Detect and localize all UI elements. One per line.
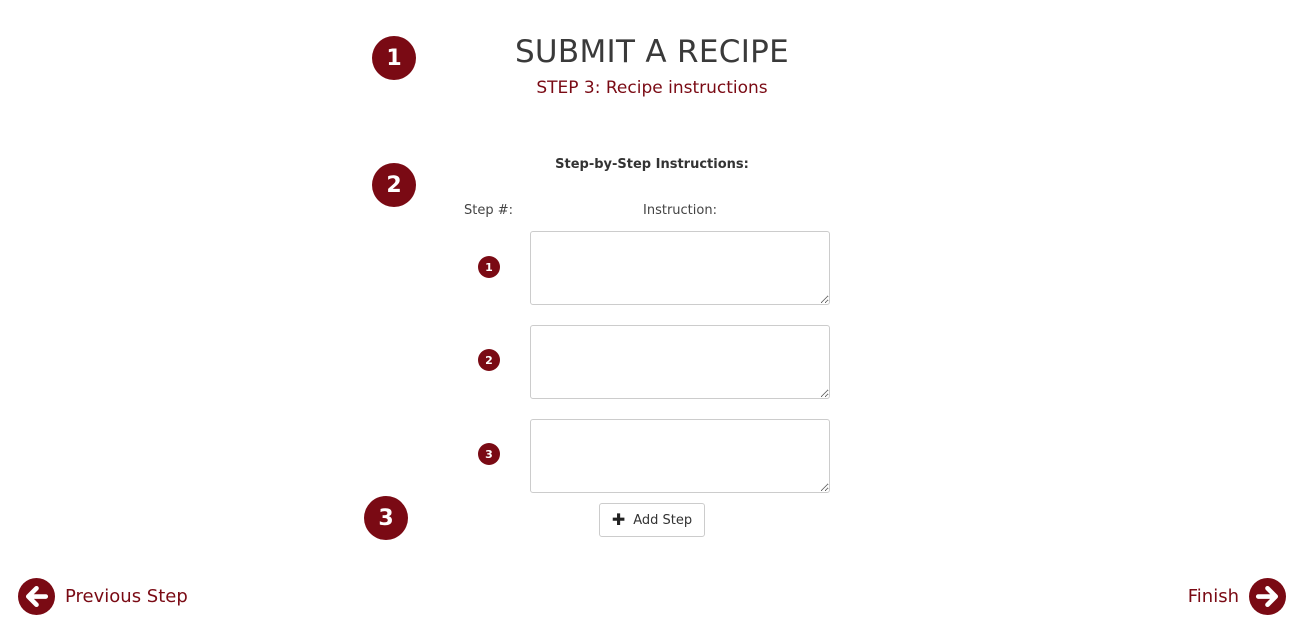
- plus-icon: ✚: [611, 510, 626, 529]
- page-subtitle: STEP 3: Recipe instructions: [536, 78, 768, 98]
- add-step-button[interactable]: ✚ Add Step: [599, 503, 705, 537]
- add-step-label: Add Step: [633, 512, 693, 528]
- instructions-section-label: Step-by-Step Instructions:: [555, 157, 749, 172]
- instruction-field-1[interactable]: [530, 231, 830, 305]
- instruction-field-3[interactable]: [530, 419, 830, 493]
- recipe-submit-page: 1 2 3 SUBMIT A RECIPE STEP 3: Recipe ins…: [0, 0, 1296, 620]
- previous-step-link[interactable]: Previous Step: [18, 578, 188, 615]
- previous-step-label: Previous Step: [65, 586, 188, 607]
- instruction-field-2[interactable]: [530, 325, 830, 399]
- finish-label: Finish: [1187, 586, 1239, 607]
- step-number-badge: 1: [478, 256, 500, 278]
- instruction-header: Instruction:: [643, 203, 717, 218]
- arrow-right-circle-icon: [1249, 578, 1286, 615]
- step-number-header: Step #:: [464, 203, 514, 218]
- step-number-badge: 2: [478, 349, 500, 371]
- step-number-badge: 3: [478, 443, 500, 465]
- page-title: SUBMIT A RECIPE: [514, 34, 790, 70]
- callout-3: 3: [364, 496, 408, 540]
- finish-link[interactable]: Finish: [1188, 578, 1286, 615]
- arrow-left-circle-icon: [18, 578, 55, 615]
